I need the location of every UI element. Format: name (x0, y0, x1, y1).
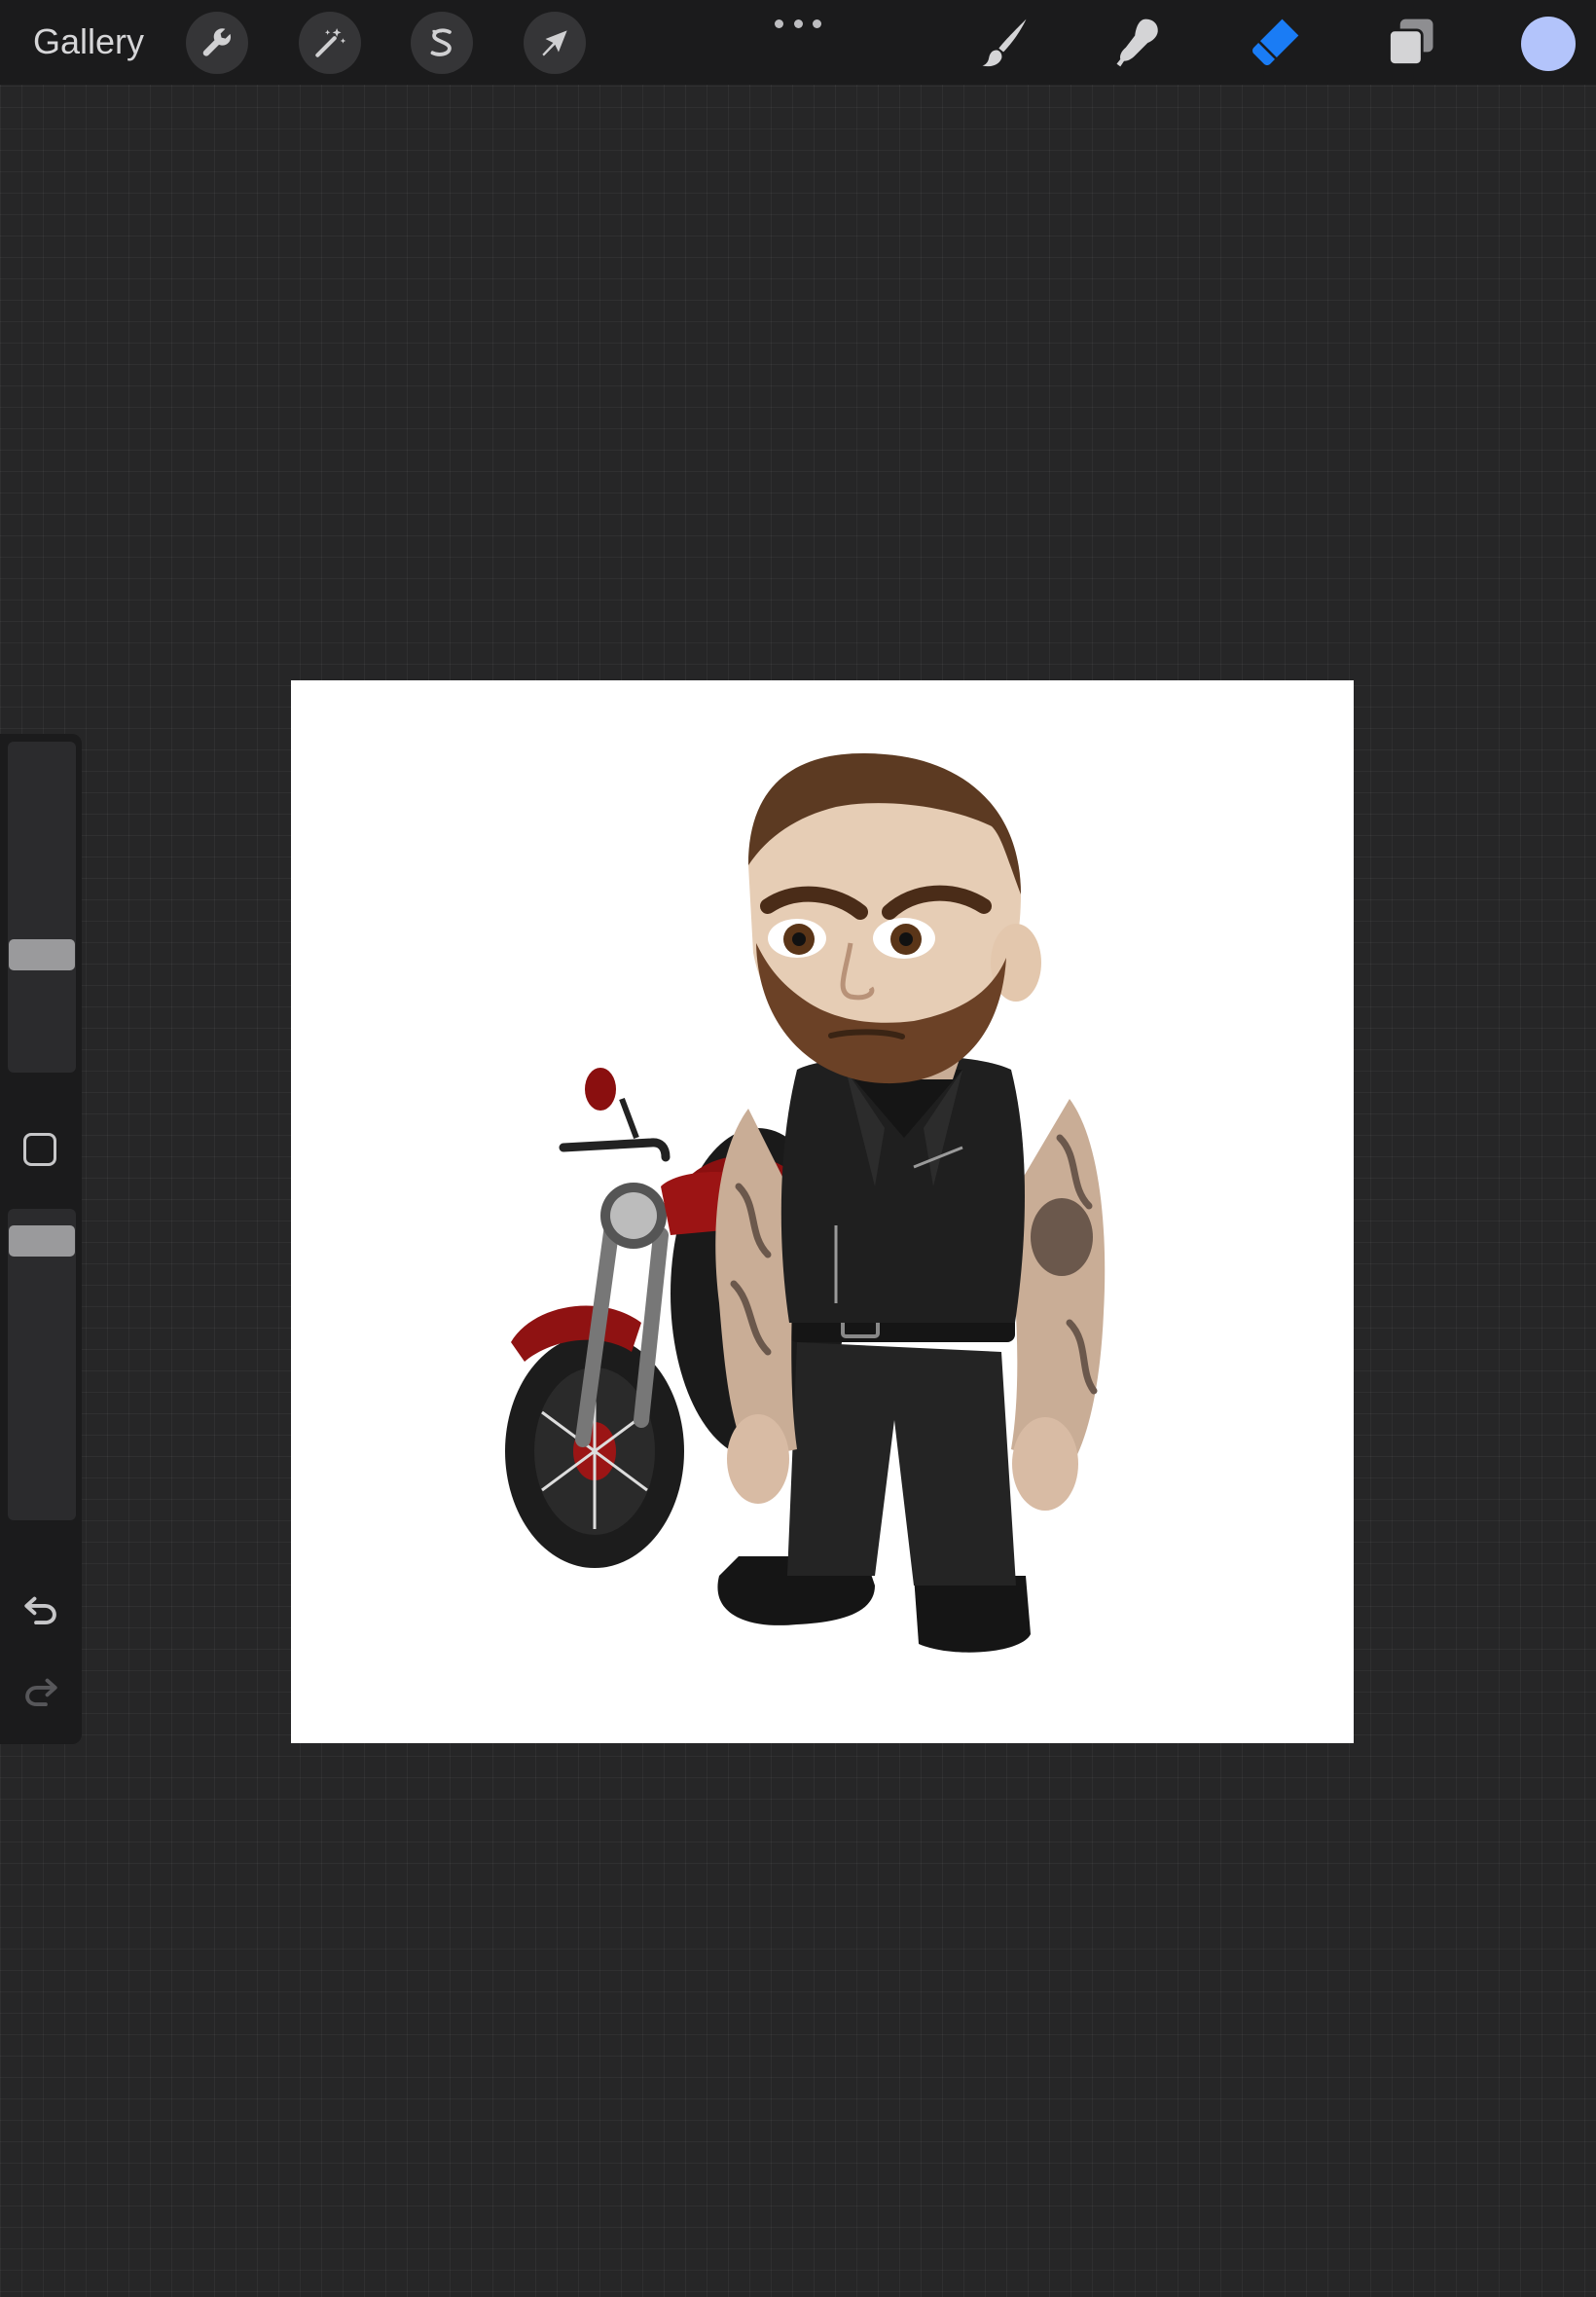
gallery-button[interactable]: Gallery (33, 18, 144, 66)
color-picker-swatch[interactable] (1521, 17, 1576, 71)
square-modify-icon[interactable] (23, 1133, 56, 1166)
actions-button[interactable] (186, 12, 248, 74)
brush-size-slider[interactable] (8, 742, 76, 1073)
dot (775, 18, 783, 28)
eraser-icon (1252, 18, 1299, 65)
adjustments-button[interactable] (299, 12, 361, 74)
dot (793, 18, 803, 28)
undo-button[interactable] (19, 1590, 62, 1629)
selection-s-icon (430, 28, 452, 56)
magic-wand-icon (315, 27, 346, 57)
undo-icon (24, 1596, 56, 1625)
artwork-chibi-biker (505, 753, 1106, 1653)
opacity-thumb[interactable] (9, 1225, 75, 1257)
brush-size-thumb[interactable] (9, 939, 75, 970)
smudge-tool-button[interactable] (1107, 12, 1170, 74)
dot (813, 18, 821, 28)
layers-button[interactable] (1380, 12, 1442, 74)
smudge-finger-icon (1116, 18, 1158, 67)
brush-icon (982, 18, 1027, 67)
eraser-tool-button[interactable] (1244, 12, 1306, 74)
drawing-canvas[interactable] (291, 680, 1354, 1743)
brush-tool-button[interactable] (973, 12, 1035, 74)
arrow-cursor-icon (542, 30, 567, 56)
opacity-slider[interactable] (8, 1209, 76, 1520)
redo-button[interactable] (19, 1672, 62, 1711)
more-dots-icon[interactable] (775, 14, 821, 33)
wrench-icon (202, 28, 232, 56)
procreate-app: Gallery (0, 0, 1596, 2297)
layers-icon (1388, 18, 1433, 66)
transform-button[interactable] (524, 12, 586, 74)
top-toolbar: Gallery (0, 0, 1596, 85)
redo-icon (25, 1678, 57, 1707)
left-sidebar (0, 734, 82, 1744)
selection-button[interactable] (411, 12, 473, 74)
